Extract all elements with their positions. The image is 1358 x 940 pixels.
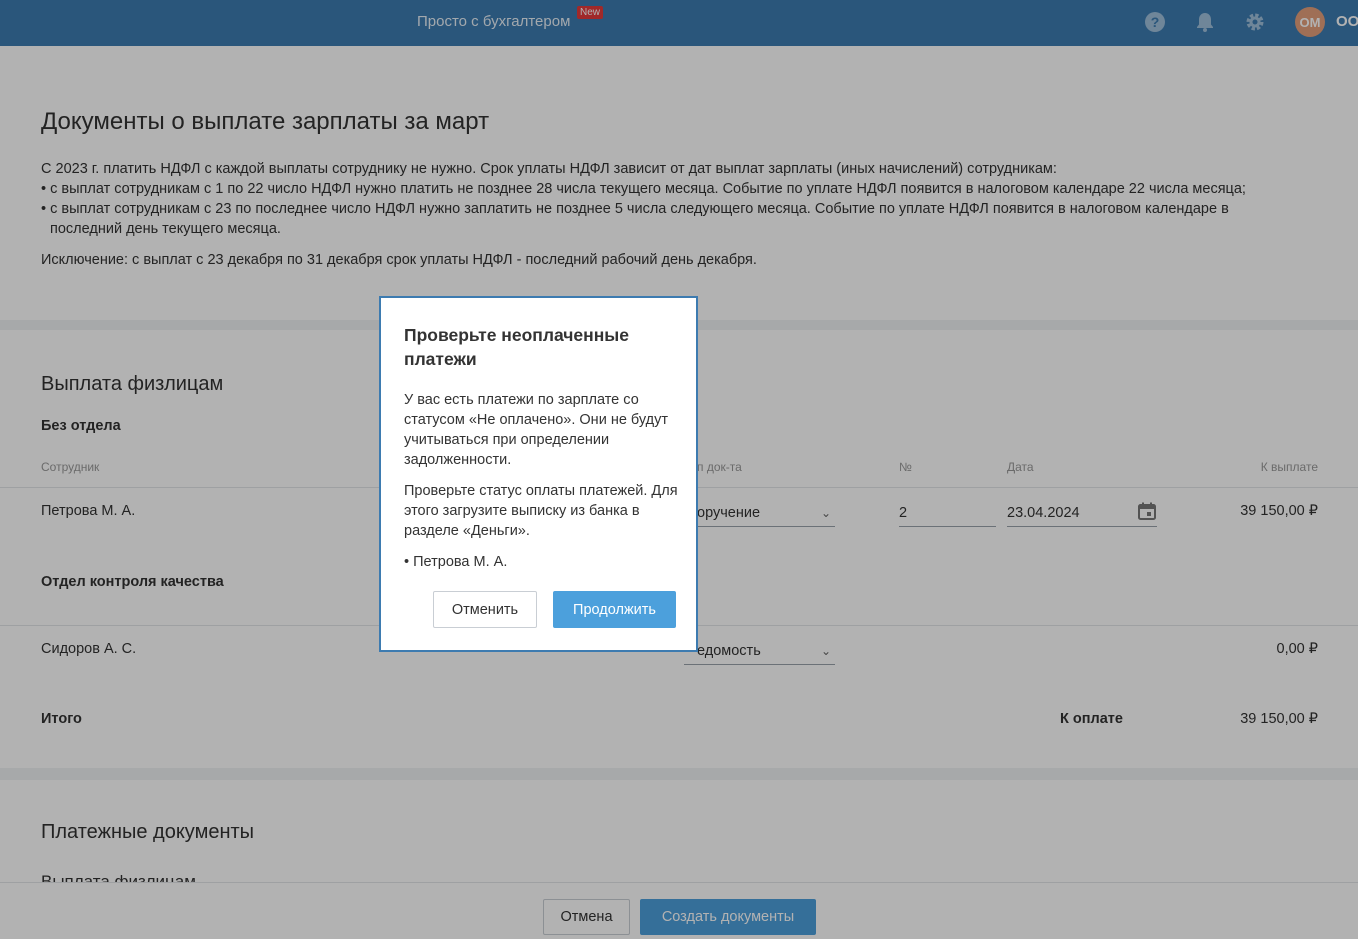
dialog-paragraph-1: У вас есть платежи по зарплате со статус… — [404, 392, 669, 468]
dialog-paragraph-2: Проверьте статус оплаты платежей. Для эт… — [404, 483, 678, 539]
dialog-cancel-button[interactable]: Отменить — [433, 591, 537, 628]
dialog-list-item: • Петрова М. А. — [404, 554, 508, 570]
unpaid-payments-dialog: Проверьте неоплаченные платежи У вас ест… — [379, 296, 698, 652]
dialog-continue-button[interactable]: Продолжить — [553, 591, 676, 628]
dialog-title: Проверьте неоплаченные платежи — [404, 325, 629, 369]
